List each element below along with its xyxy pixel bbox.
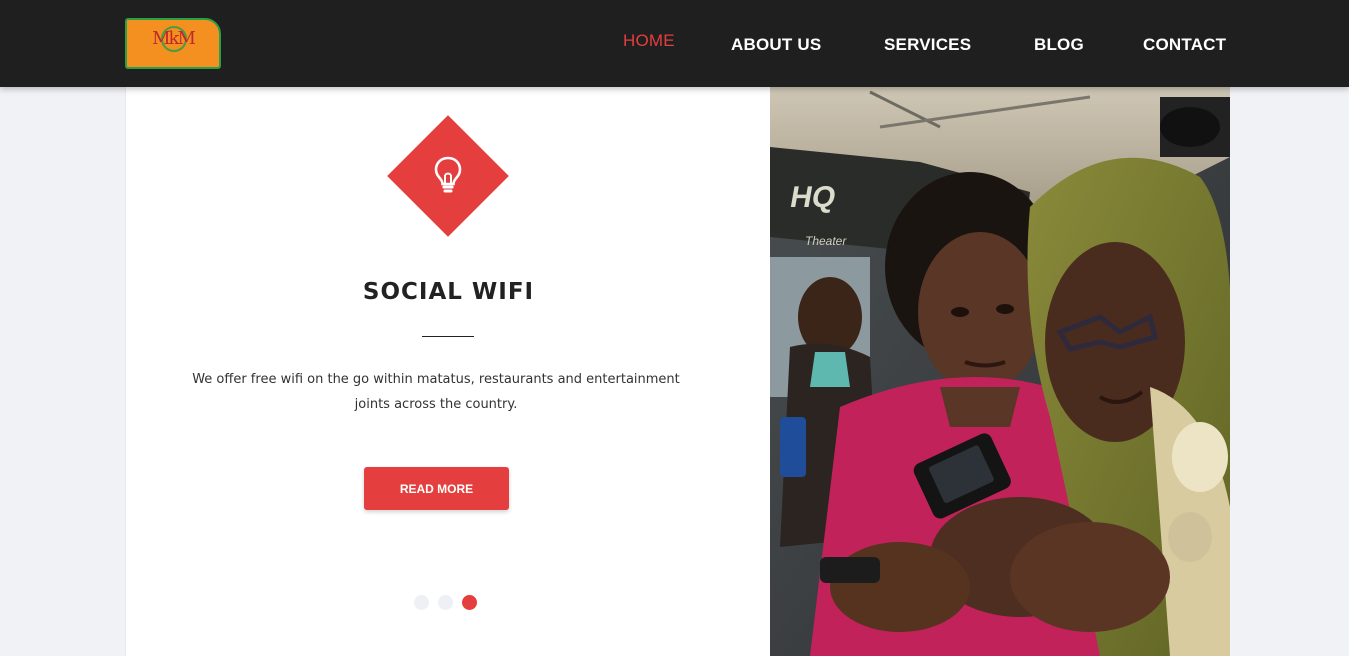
site-header: MkM HOME ABOUT US SERVICES BLOG CONTACT [0, 0, 1349, 87]
main-nav: HOME ABOUT US SERVICES BLOG CONTACT [0, 0, 1349, 87]
slider-dot-1[interactable] [414, 595, 429, 610]
lightbulb-icon [434, 156, 462, 193]
photo-illustration: HQ Theater [770, 87, 1230, 656]
slider-dot-3-active[interactable] [462, 595, 477, 610]
slide-title: SOCIAL WIFI [362, 279, 535, 305]
nav-blog[interactable]: BLOG [1034, 35, 1084, 55]
title-divider [422, 336, 474, 337]
bus-signage: Theater [805, 234, 847, 248]
slider-dot-2[interactable] [438, 595, 453, 610]
nav-about-us[interactable]: ABOUT US [731, 35, 821, 55]
slide-description: We offer free wifi on the go within mata… [192, 372, 680, 412]
nav-contact[interactable]: CONTACT [1143, 35, 1226, 55]
read-more-button[interactable]: READ MORE [364, 467, 509, 510]
slider-card: SOCIAL WIFI We offer free wifi on the go… [125, 87, 770, 656]
bus-sign-text: HQ [788, 181, 839, 214]
service-icon-badge [387, 115, 509, 237]
nav-services[interactable]: SERVICES [884, 35, 971, 55]
nav-home[interactable]: HOME [623, 31, 675, 51]
hero-photo: HQ Theater [770, 87, 1230, 656]
